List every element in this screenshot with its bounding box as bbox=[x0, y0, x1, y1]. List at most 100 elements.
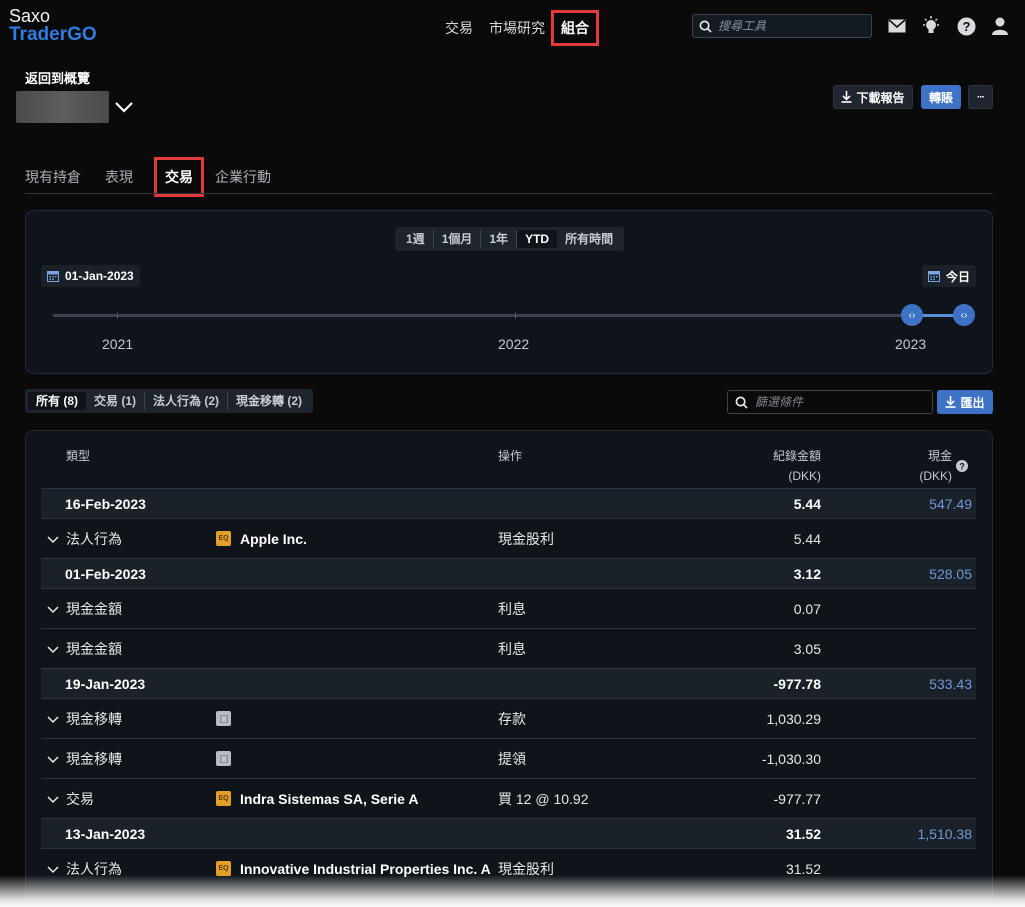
row-action: 利息 bbox=[498, 600, 526, 617]
group-date: 16-Feb-2023 bbox=[65, 495, 146, 512]
end-date-value: 今日 bbox=[946, 269, 971, 284]
table-row[interactable]: 現金移轉 提領 -1,030.30 bbox=[41, 738, 976, 778]
chevron-down-icon[interactable] bbox=[46, 532, 60, 546]
tab-positions[interactable]: 現有持倉 bbox=[25, 160, 81, 194]
group-booked-amount: -977.78 bbox=[773, 675, 821, 692]
table-row[interactable]: 交易 EQ Indra Sistemas SA, Serie A 買 12 @ 10.… bbox=[41, 778, 976, 818]
year-label-2023: 2023 bbox=[895, 336, 927, 352]
download-icon bbox=[945, 396, 956, 408]
nav-trade[interactable]: 交易 bbox=[437, 12, 481, 44]
info-icon[interactable]: ? bbox=[956, 460, 968, 472]
search-icon bbox=[735, 396, 748, 409]
chevron-down-icon[interactable] bbox=[46, 752, 60, 766]
row-instrument-name[interactable]: Apple Inc. bbox=[240, 531, 307, 547]
row-booked-amount: 31.52 bbox=[785, 860, 821, 877]
filter-trades[interactable]: 交易 (1) bbox=[86, 392, 146, 410]
start-date-picker[interactable]: 01-Jan-2023 bbox=[41, 265, 140, 287]
group-date: 01-Feb-2023 bbox=[65, 565, 146, 582]
col-header-cash-label: 現金 bbox=[927, 449, 952, 463]
group-date: 19-Jan-2023 bbox=[65, 675, 146, 692]
row-action: 買 12 @ 10.92 bbox=[498, 790, 589, 807]
row-type: 現金移轉 bbox=[46, 699, 122, 738]
end-date-picker[interactable]: 今日 bbox=[922, 265, 977, 287]
row-type: 現金金額 bbox=[46, 589, 122, 628]
group-booked-amount: 31.52 bbox=[785, 825, 821, 842]
row-instrument bbox=[216, 699, 496, 738]
range-start-handle[interactable]: ‹› bbox=[901, 304, 923, 326]
group-booked-amount: 3.12 bbox=[793, 565, 821, 582]
filter-all[interactable]: 所有 (8) bbox=[28, 392, 87, 410]
back-to-overview-link[interactable]: 返回到概覽 bbox=[25, 68, 90, 87]
col-header-booked-amount-label: 紀錄金額 bbox=[772, 449, 821, 463]
chevron-down-icon[interactable] bbox=[46, 642, 60, 656]
period-1m[interactable]: 1個月 bbox=[434, 230, 482, 248]
export-button[interactable]: 匯出 bbox=[937, 390, 993, 414]
period-all[interactable]: 所有時間 bbox=[557, 230, 621, 248]
period-selector: 1週 1個月 1年 YTD 所有時間 bbox=[395, 227, 625, 251]
group-date: 13-Jan-2023 bbox=[65, 825, 146, 842]
row-type-label: 現金移轉 bbox=[66, 710, 122, 727]
filter-cash-transfers[interactable]: 現金移轉 (2) bbox=[228, 392, 310, 410]
svg-text:?: ? bbox=[962, 19, 970, 34]
timeline-track[interactable] bbox=[53, 314, 975, 317]
account-selector-masked[interactable] bbox=[16, 91, 109, 123]
main-nav: 交易 市場研究 組合 bbox=[437, 10, 599, 46]
row-instrument: EQ Innovative Industrial Properties Inc. … bbox=[216, 849, 496, 888]
tabs-divider bbox=[25, 193, 993, 194]
group-cash-balance: 547.49 bbox=[929, 495, 972, 512]
col-header-cash[interactable]: 現金 (DKK) bbox=[880, 446, 952, 486]
lightbulb-icon[interactable] bbox=[920, 15, 942, 37]
col-header-action[interactable]: 操作 bbox=[498, 446, 522, 466]
chevron-down-icon[interactable] bbox=[46, 862, 60, 876]
filter-search-input[interactable] bbox=[755, 395, 925, 409]
row-instrument-name[interactable]: Indra Sistemas SA, Serie A bbox=[240, 791, 418, 807]
chevron-down-icon[interactable] bbox=[113, 96, 135, 118]
transaction-filter: 所有 (8) 交易 (1) 法人行為 (2) 現金移轉 (2) bbox=[25, 389, 314, 413]
search-icon bbox=[699, 20, 712, 33]
tick-2021 bbox=[117, 312, 118, 319]
more-options-button[interactable]: ··· bbox=[968, 85, 993, 109]
nav-research[interactable]: 市場研究 bbox=[481, 12, 553, 44]
download-icon bbox=[841, 91, 852, 103]
row-type-label: 交易 bbox=[66, 790, 94, 807]
calendar-icon bbox=[928, 271, 940, 282]
table-row[interactable]: 現金金額 利息 3.05 bbox=[41, 628, 976, 668]
filter-search[interactable] bbox=[727, 390, 933, 414]
tab-transactions[interactable]: 交易 bbox=[154, 157, 204, 197]
table-row[interactable]: 法人行為 EQ Apple Inc. 現金股利 5.44 bbox=[41, 518, 976, 558]
row-booked-amount: -977.77 bbox=[773, 790, 821, 807]
help-icon[interactable]: ? bbox=[955, 15, 977, 37]
instrument-search[interactable] bbox=[692, 14, 872, 38]
user-icon[interactable] bbox=[989, 15, 1011, 37]
range-end-handle[interactable]: ‹› bbox=[953, 304, 975, 326]
chevron-down-icon[interactable] bbox=[46, 792, 60, 806]
row-action: 現金股利 bbox=[498, 530, 554, 547]
table-row[interactable]: 現金金額 利息 0.07 bbox=[41, 588, 976, 628]
period-1w[interactable]: 1週 bbox=[398, 230, 434, 248]
download-report-button[interactable]: 下載報告 bbox=[833, 85, 913, 109]
filter-corporate-actions[interactable]: 法人行為 (2) bbox=[145, 392, 229, 410]
row-instrument bbox=[216, 739, 496, 778]
tab-corporate-actions[interactable]: 企業行動 bbox=[215, 160, 271, 194]
row-instrument-name[interactable]: Innovative Industrial Properties Inc. A bbox=[240, 861, 491, 877]
row-instrument: EQ Apple Inc. bbox=[216, 519, 496, 558]
tab-performance[interactable]: 表現 bbox=[105, 160, 133, 194]
row-type-label: 現金金額 bbox=[66, 640, 122, 657]
chevron-down-icon[interactable] bbox=[46, 712, 60, 726]
row-type: 法人行為 bbox=[46, 849, 122, 888]
row-booked-amount: 3.05 bbox=[793, 640, 821, 657]
period-ytd[interactable]: YTD bbox=[517, 230, 558, 248]
table-row[interactable]: 現金移轉 存款 1,030.29 bbox=[41, 698, 976, 738]
chevron-down-icon[interactable] bbox=[46, 602, 60, 616]
search-input[interactable] bbox=[718, 19, 858, 33]
cash-transfer-icon bbox=[216, 751, 231, 766]
nav-portfolio[interactable]: 組合 bbox=[551, 10, 599, 46]
col-header-booked-amount[interactable]: 紀錄金額 (DKK) bbox=[700, 446, 821, 486]
table-row[interactable]: 法人行為 EQ Innovative Industrial Properties I… bbox=[41, 848, 976, 888]
col-header-booked-amount-unit: (DKK) bbox=[788, 469, 821, 483]
row-type: 交易 bbox=[46, 779, 94, 818]
transfer-button[interactable]: 轉賬 bbox=[921, 85, 961, 109]
period-1y[interactable]: 1年 bbox=[481, 230, 518, 248]
mail-icon[interactable] bbox=[886, 15, 908, 37]
col-header-type[interactable]: 類型 bbox=[66, 446, 90, 466]
